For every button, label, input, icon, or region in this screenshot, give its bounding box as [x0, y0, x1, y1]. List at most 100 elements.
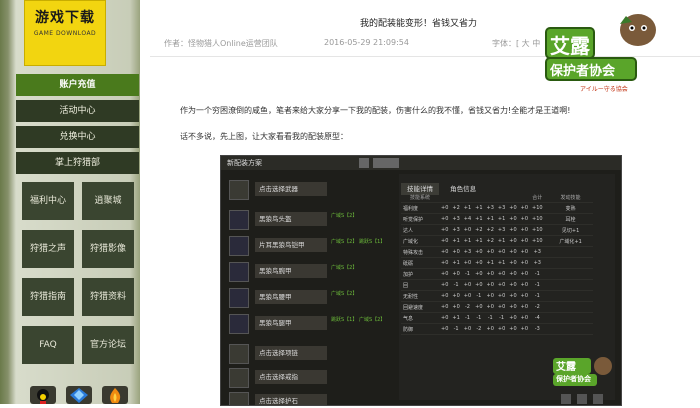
flame-app-icon[interactable]: [102, 386, 128, 404]
skill-row: 回避速度 +0 +0 -2 +0 +0 +0 +0 +0 -2: [401, 301, 593, 313]
skill-cell: 特殊攻击: [401, 246, 439, 258]
skill-cell: [548, 290, 593, 302]
skill-cell: +0: [495, 246, 508, 258]
skill-cell: +3: [450, 224, 462, 236]
skill-cell: +0: [507, 323, 519, 335]
slot-chest[interactable]: 片耳黑狼鸟铠甲 广域S【2】 跳跃S【1】: [227, 236, 397, 258]
skill-cell: +1: [461, 202, 474, 214]
skill-cell: 加护: [401, 268, 439, 280]
skill-cell: +1: [450, 235, 462, 247]
skill-cell: +0: [495, 290, 508, 302]
skill-cell: 无耐性: [401, 290, 439, 302]
skill-cell: +0: [484, 279, 496, 291]
skill-cell: +2: [450, 202, 462, 214]
penguin-app-icon[interactable]: [30, 386, 56, 404]
skill-cell: +0: [518, 301, 530, 313]
logo-tag-text: アイルー守る協会: [580, 86, 628, 93]
legs-icon: [229, 314, 249, 334]
skill-cell: +0: [518, 202, 530, 214]
grid-forum[interactable]: 官方论坛: [82, 326, 134, 364]
article-paragraph-1: 作为一个穷困潦倒的咸鱼，笔者来给大家分享一下我的配装，伤害什么的我不懂，省钱又省…: [180, 106, 571, 115]
skill-cell: +1: [450, 312, 462, 324]
skill-cell: +2: [473, 224, 485, 236]
skill-cell: [548, 268, 593, 280]
skill-row: 砥砺 +0 +1 +0 +0 +1 +1 +0 +0 +3: [401, 257, 593, 269]
skill-table-header: 技能系统 合计 发动技能: [401, 192, 593, 203]
equipment-slots: 点击选择武器 黑狼鸟头盔 广域S【2】 片耳黑狼鸟铠甲 广域S【2】 跳跃S【1…: [227, 176, 397, 405]
slot-helm-label: 黑狼鸟头盔: [255, 212, 327, 226]
skill-header-cell: 合计: [530, 192, 545, 203]
slot-waist[interactable]: 黑狼鸟腰甲 广域S【2】: [227, 288, 397, 310]
skill-cell: 回避速度: [401, 301, 439, 313]
diamond-app-icon[interactable]: [66, 386, 92, 404]
skill-cell: 气息: [401, 312, 439, 324]
menu-item-recharge[interactable]: 账户充值: [16, 74, 139, 96]
skill-cell: 耳栓: [548, 213, 593, 225]
skill-cell: -3: [530, 323, 545, 335]
skill-cell: +0: [518, 224, 530, 236]
slot-helm[interactable]: 黑狼鸟头盔 广域S【2】: [227, 210, 397, 232]
skill-cell: +0: [439, 290, 451, 302]
skill-header-cell: [518, 192, 530, 203]
edit-icon[interactable]: [359, 158, 369, 168]
grid-guide[interactable]: 狩猎指南: [22, 278, 74, 316]
weapon-slot-icon: [229, 180, 249, 200]
grid-welfare[interactable]: 福利中心: [22, 182, 74, 220]
screenshot-button-1[interactable]: [561, 394, 571, 404]
skill-cell: +0: [450, 246, 462, 258]
skill-cell: +0: [518, 290, 530, 302]
grid-video[interactable]: 狩猎影像: [82, 230, 134, 268]
slot-necklace[interactable]: 点击选择项链: [227, 344, 397, 366]
skill-cell: +0: [495, 268, 508, 280]
skill-cell: +0: [484, 290, 496, 302]
menu-item-events[interactable]: 活动中心: [16, 100, 139, 122]
skill-cell: +3: [484, 202, 496, 214]
skill-cell: -1: [530, 290, 545, 302]
skill-row: 福利度 +0 +2 +1 +1 +3 +3 +0 +0 +10 变熟: [401, 202, 593, 214]
skill-cell: +0: [461, 224, 474, 236]
skill-cell: -2: [530, 301, 545, 313]
skill-cell: +0: [495, 279, 508, 291]
grid-voice[interactable]: 狩猎之声: [22, 230, 74, 268]
screenshot-button-2[interactable]: [577, 394, 587, 404]
slot-arms[interactable]: 黑狼鸟腕甲 广域S【2】: [227, 262, 397, 284]
game-download-button[interactable]: 游戏下载 GAME DOWNLOAD: [24, 0, 106, 66]
skill-cell: -1: [450, 279, 462, 291]
skill-cell: 福利度: [401, 202, 439, 214]
skill-cell: +0: [484, 323, 496, 335]
grid-data[interactable]: 狩猎资料: [82, 278, 134, 316]
skill-row: 防御 +0 -1 +0 -2 +0 +0 +0 +0 -3: [401, 323, 593, 335]
skill-cell: +1: [484, 213, 496, 225]
skill-cell: -1: [484, 312, 496, 324]
slot-legs[interactable]: 黑狼鸟腿甲 跳跃S【1】 广域S【2】: [227, 314, 397, 336]
ring-icon: [229, 368, 249, 388]
menu-item-mobile[interactable]: 掌上狩猎部: [16, 152, 139, 174]
article-paragraph-2: 话不多说，先上图，让大家看看我的配装原型：: [180, 132, 348, 141]
grid-mall[interactable]: 逍聚城: [82, 182, 134, 220]
article-author: 作者：怪物猎人Online运营团队: [164, 39, 278, 48]
article-date: 2016-05-29 21:09:54: [324, 38, 409, 47]
skill-cell: +4: [461, 213, 474, 225]
skill-cell: +1: [473, 202, 485, 214]
slot-ring[interactable]: 点击选择戒指: [227, 368, 397, 390]
font-size-selector[interactable]: 字体：[ 大 中: [492, 38, 540, 49]
embedded-logo-main: 艾露: [556, 362, 576, 373]
slot-weapon[interactable]: 点击选择武器: [227, 180, 397, 202]
slot-chest-label: 片耳黑狼鸟铠甲: [255, 238, 327, 252]
save-icon[interactable]: [373, 158, 399, 168]
skill-cell: +0: [439, 312, 451, 324]
skill-cell: +0: [507, 235, 519, 247]
skill-row: 广域化 +0 +1 +1 +1 +2 +1 +0 +0 +10 广域化+1: [401, 235, 593, 247]
skill-cell: +10: [530, 202, 545, 214]
skill-cell: 见切+1: [548, 224, 593, 236]
menu-item-redeem[interactable]: 兑换中心: [16, 126, 139, 148]
skill-cell: +0: [439, 224, 451, 236]
skill-cell: -1: [530, 268, 545, 280]
screenshot-button-3[interactable]: [593, 394, 603, 404]
skill-cell: +1: [495, 235, 508, 247]
grid-faq[interactable]: FAQ: [22, 326, 74, 364]
skill-cell: +1: [495, 257, 508, 269]
skill-cell: +10: [530, 235, 545, 247]
skill-header-cell: [507, 192, 519, 203]
skill-cell: +0: [473, 246, 485, 258]
